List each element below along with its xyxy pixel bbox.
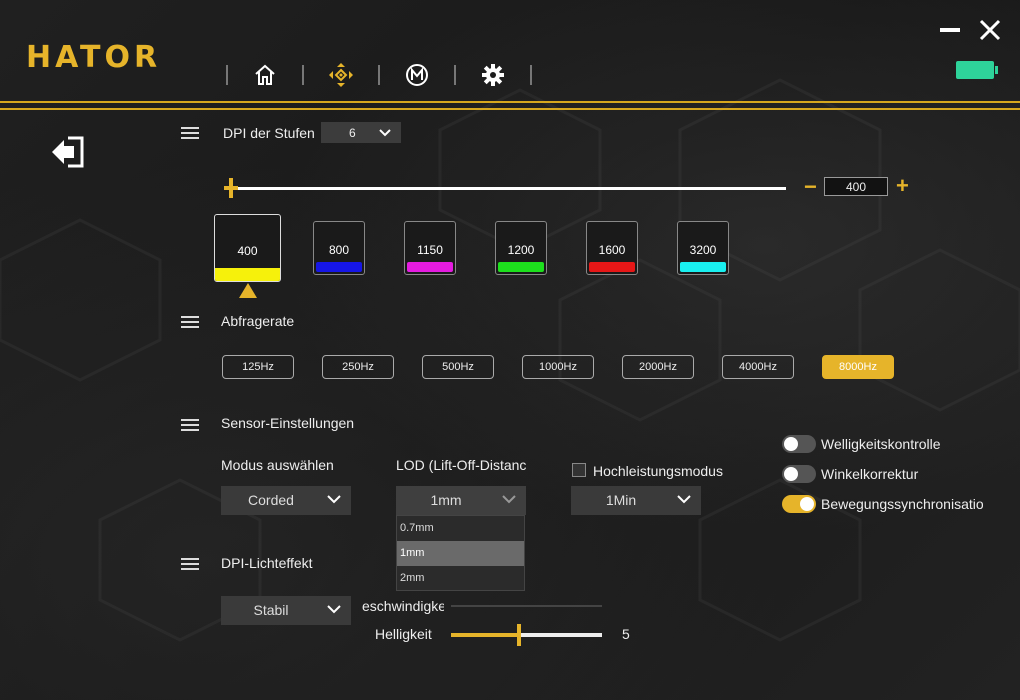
macro-icon[interactable] (404, 62, 430, 88)
dpi-stage-label: 1150 (417, 243, 443, 257)
light-effect-value: Stabil (253, 602, 289, 618)
toggle-label: Bewegungssynchronisatio (821, 496, 983, 512)
brightness-slider-thumb[interactable] (517, 624, 521, 646)
crosshair-icon[interactable] (328, 62, 354, 88)
menu-icon[interactable] (181, 558, 199, 570)
toggle-knob (784, 467, 798, 481)
highperf-dropdown[interactable]: 1Min (571, 486, 701, 515)
dpi-stage-color (407, 262, 453, 272)
toggle-switch[interactable] (782, 465, 816, 483)
speed-label: eschwindigke (362, 598, 444, 614)
rate-button-8000Hz[interactable]: 8000Hz (822, 355, 894, 379)
lod-label: LOD (Lift-Off-Distanc (396, 457, 527, 473)
header-divider (0, 108, 1020, 110)
dpi-stage-label: 3200 (689, 243, 717, 257)
toggle-knob (800, 497, 814, 511)
menu-icon[interactable] (181, 316, 199, 328)
rate-button-250Hz[interactable]: 250Hz (322, 355, 394, 379)
dpi-stage-5[interactable]: 3200 (677, 221, 729, 275)
toggle-label: Winkelkorrektur (821, 466, 919, 482)
rate-button-500Hz[interactable]: 500Hz (422, 355, 494, 379)
toggle-switch[interactable] (782, 435, 816, 453)
nav-divider (302, 65, 304, 85)
dpi-stage-2[interactable]: 1150 (404, 221, 456, 275)
brightness-slider-fill (451, 633, 519, 637)
toggle-label: Welligkeitskontrolle (821, 436, 941, 452)
dpi-stage-label: 800 (328, 243, 350, 257)
gear-icon[interactable] (480, 62, 506, 88)
dpi-stages-value: 6 (349, 125, 356, 140)
brightness-label: Helligkeit (375, 626, 432, 642)
dpi-stage-color (498, 262, 544, 272)
speed-slider[interactable] (451, 605, 602, 607)
highperf-checkbox[interactable] (572, 463, 586, 477)
exit-icon[interactable] (50, 134, 86, 170)
dpi-slider-track[interactable] (230, 187, 786, 190)
dpi-slider-thumb[interactable] (229, 178, 233, 198)
dpi-stage-color (215, 268, 280, 281)
lod-dropdown-value: 1mm (430, 492, 462, 508)
menu-icon[interactable] (181, 127, 199, 139)
dpi-stage-1[interactable]: 800 (313, 221, 365, 275)
lod-dropdown[interactable]: 1mm (396, 486, 526, 515)
top-nav (220, 60, 556, 90)
dpi-stage-color (316, 262, 362, 272)
nav-divider (226, 65, 228, 85)
lod-option[interactable]: 2mm (397, 566, 524, 591)
dpi-stage-color (680, 262, 726, 272)
dpi-stage-0[interactable]: 400 (214, 214, 281, 282)
home-icon[interactable] (252, 62, 278, 88)
mode-dropdown-value: Corded (248, 492, 294, 508)
nav-divider (378, 65, 380, 85)
sensor-section-title: Sensor-Einstellungen (221, 415, 355, 431)
dpi-stages-select[interactable]: 6 (321, 122, 401, 143)
toggle-switch[interactable] (782, 495, 816, 513)
rate-button-2000Hz[interactable]: 2000Hz (622, 355, 694, 379)
chevron-down-icon (327, 495, 341, 504)
polling-section-title: Abfragerate (221, 313, 295, 329)
light-effect-dropdown[interactable]: Stabil (221, 596, 351, 625)
background (0, 0, 1020, 700)
dpi-stage-color (589, 262, 635, 272)
lod-option[interactable]: 0.7mm (397, 516, 524, 541)
dpi-stage-4[interactable]: 1600 (586, 221, 638, 275)
nav-divider (454, 65, 456, 85)
lod-option[interactable]: 1mm (397, 541, 524, 566)
chevron-down-icon (502, 495, 516, 504)
toggle-knob (784, 437, 798, 451)
rate-button-4000Hz[interactable]: 4000Hz (722, 355, 794, 379)
chevron-down-icon (677, 495, 691, 504)
header-divider (0, 101, 1020, 103)
highperf-dropdown-value: 1Min (605, 492, 637, 508)
dpi-stage-label: 1600 (598, 243, 626, 257)
minimize-button[interactable] (940, 28, 960, 32)
selected-stage-pointer-icon (239, 283, 257, 298)
rate-button-1000Hz[interactable]: 1000Hz (522, 355, 594, 379)
highperf-label: Hochleistungsmodus (593, 463, 723, 479)
dpi-increase-button[interactable]: + (896, 175, 909, 197)
mode-label: Modus auswählen (221, 457, 334, 473)
battery-icon (956, 61, 998, 79)
dpi-decrease-button[interactable]: − (804, 176, 818, 198)
dpi-stage-3[interactable]: 1200 (495, 221, 547, 275)
chevron-down-icon (379, 128, 391, 136)
rate-button-125Hz[interactable]: 125Hz (222, 355, 294, 379)
lod-dropdown-list: 0.7mm 1mm 2mm (396, 515, 525, 591)
chevron-down-icon (327, 605, 341, 614)
dpi-stage-label: 400 (237, 244, 258, 258)
mode-dropdown[interactable]: Corded (221, 486, 351, 515)
nav-divider (530, 65, 532, 85)
dpi-section-title: DPI der Stufen (223, 125, 315, 141)
close-icon[interactable] (978, 18, 1002, 42)
menu-icon[interactable] (181, 419, 199, 431)
app-logo: HATOR (26, 40, 162, 75)
dpi-stage-label: 1200 (507, 243, 535, 257)
dpi-value-input[interactable]: 400 (824, 177, 888, 196)
brightness-value: 5 (622, 626, 630, 642)
light-section-title: DPI-Lichteffekt (221, 555, 313, 571)
